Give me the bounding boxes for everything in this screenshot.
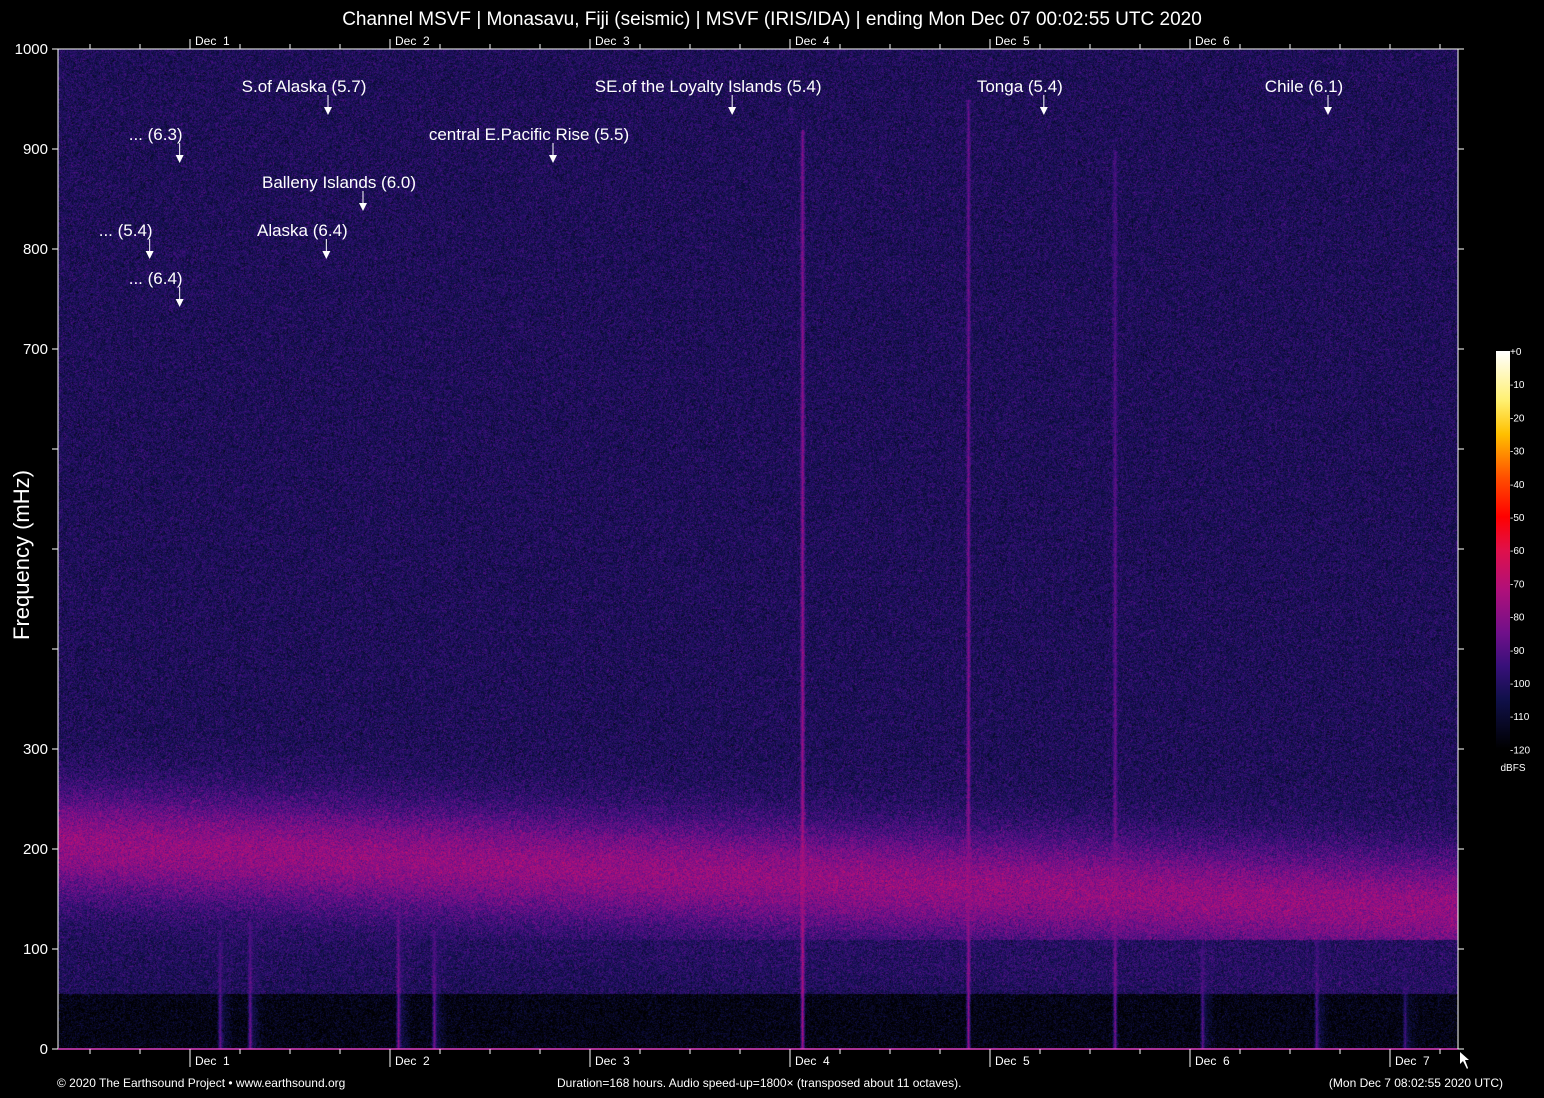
event-arrow-icon: [176, 155, 184, 163]
event-label: ... (5.4): [99, 221, 153, 241]
event-arrow-icon: [146, 251, 154, 259]
event-label: ... (6.4): [129, 269, 183, 289]
colorbar-tick-label: +0: [1510, 347, 1522, 358]
x-tick-label: Dec 1: [195, 1054, 230, 1068]
y-tick-label: 300: [23, 741, 48, 758]
copyright-text: © 2020 The Earthsound Project • www.eart…: [57, 1076, 345, 1090]
event-label: Chile (6.1): [1265, 77, 1343, 97]
y-tick-label: 900: [23, 141, 48, 158]
colorbar-tick-label: -90: [1510, 646, 1525, 657]
event-label: ... (6.3): [129, 125, 183, 145]
event-label: central E.Pacific Rise (5.5): [429, 125, 629, 145]
chart-axes: 0 100 200 300 700 800 900 1000 Dec 1 Dec 1 Dec 2 De…: [0, 0, 1544, 1098]
end-marker-arrow-icon: [1460, 1052, 1469, 1069]
colorbar-tick-label: -60: [1510, 546, 1525, 557]
colorbar-tick-label: -50: [1510, 513, 1525, 524]
colorbar-tick-label: -100: [1510, 679, 1530, 690]
duration-text: Duration=168 hours. Audio speed-up=1800×…: [557, 1076, 961, 1090]
event-label: S.of Alaska (5.7): [242, 77, 367, 97]
x-tick-label-top: Dec 4: [795, 34, 830, 48]
event-arrow-icon: [359, 203, 367, 211]
colorbar-tick-label: -80: [1510, 613, 1525, 624]
x-tick-label: Dec 3: [595, 1054, 630, 1068]
event-arrow-icon: [322, 251, 330, 259]
event-arrow-icon: [1324, 107, 1332, 115]
x-tick-label: Dec 6: [1195, 1054, 1230, 1068]
event-arrow-icon: [324, 107, 332, 115]
colorbar-tick-label: -10: [1510, 380, 1525, 391]
event-arrow-icon: [728, 107, 736, 115]
colorbar-tick-label: -110: [1510, 712, 1530, 723]
x-tick-label: Dec 2: [395, 1054, 430, 1068]
y-tick-label: 0: [40, 1041, 48, 1058]
colorbar-label: dBFS: [1500, 763, 1525, 774]
event-arrow-icon: [549, 155, 557, 163]
y-tick-label: 700: [23, 341, 48, 358]
y-tick-label: 800: [23, 241, 48, 258]
colorbar-tick-label: -20: [1510, 413, 1525, 424]
event-arrow-icon: [1040, 107, 1048, 115]
x-tick-label-top: Dec 1: [195, 34, 230, 48]
colorbar-tick-label: -120: [1510, 745, 1530, 756]
colorbar-tick-label: -70: [1510, 579, 1525, 590]
x-tick-label-top: Dec 3: [595, 34, 630, 48]
event-label: Alaska (6.4): [257, 221, 348, 241]
x-tick-label: Dec 7: [1395, 1054, 1430, 1068]
event-arrow-icon: [176, 299, 184, 307]
x-tick-label: Dec 5: [995, 1054, 1030, 1068]
timestamp-text: (Mon Dec 7 08:02:55 2020 UTC): [1329, 1076, 1503, 1090]
event-label: SE.of the Loyalty Islands (5.4): [595, 77, 822, 97]
colorbar-tick-label: -40: [1510, 480, 1525, 491]
y-tick-label: 200: [23, 841, 48, 858]
x-tick-label-top: Dec 5: [995, 34, 1030, 48]
event-label: Balleny Islands (6.0): [262, 173, 416, 193]
x-tick-label: Dec 4: [795, 1054, 830, 1068]
y-tick-label: 1000: [15, 41, 48, 58]
x-tick-label-top: Dec 2: [395, 34, 430, 48]
colorbar-tick-label: -30: [1510, 447, 1525, 458]
colorbar: [1496, 351, 1510, 749]
x-tick-label-top: Dec 6: [1195, 34, 1230, 48]
y-tick-label: 100: [23, 941, 48, 958]
event-label: Tonga (5.4): [977, 77, 1063, 97]
